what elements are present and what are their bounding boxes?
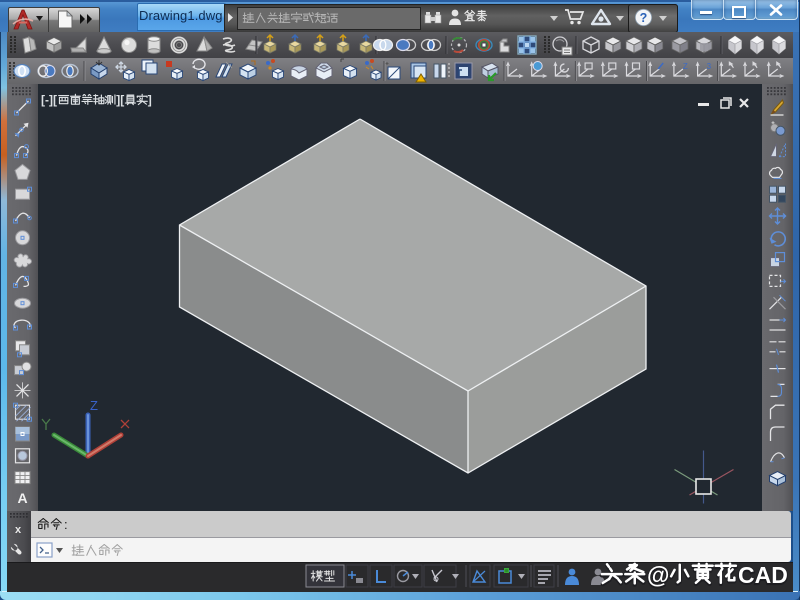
svg-text:?: ?	[640, 11, 648, 25]
svg-text:CAD: CAD	[738, 562, 788, 588]
svg-text:A: A	[17, 490, 27, 506]
svg-text::: :	[64, 517, 68, 532]
svg-text:[-][: [-][	[41, 93, 57, 107]
svg-text:]: ]	[148, 93, 152, 107]
svg-text:x: x	[15, 524, 22, 536]
svg-text:3: 3	[707, 62, 712, 71]
svg-text:@: @	[647, 562, 669, 588]
svg-text:Z: Z	[683, 62, 688, 71]
svg-text:Z: Z	[90, 398, 98, 413]
svg-text:][: ][	[116, 93, 124, 107]
